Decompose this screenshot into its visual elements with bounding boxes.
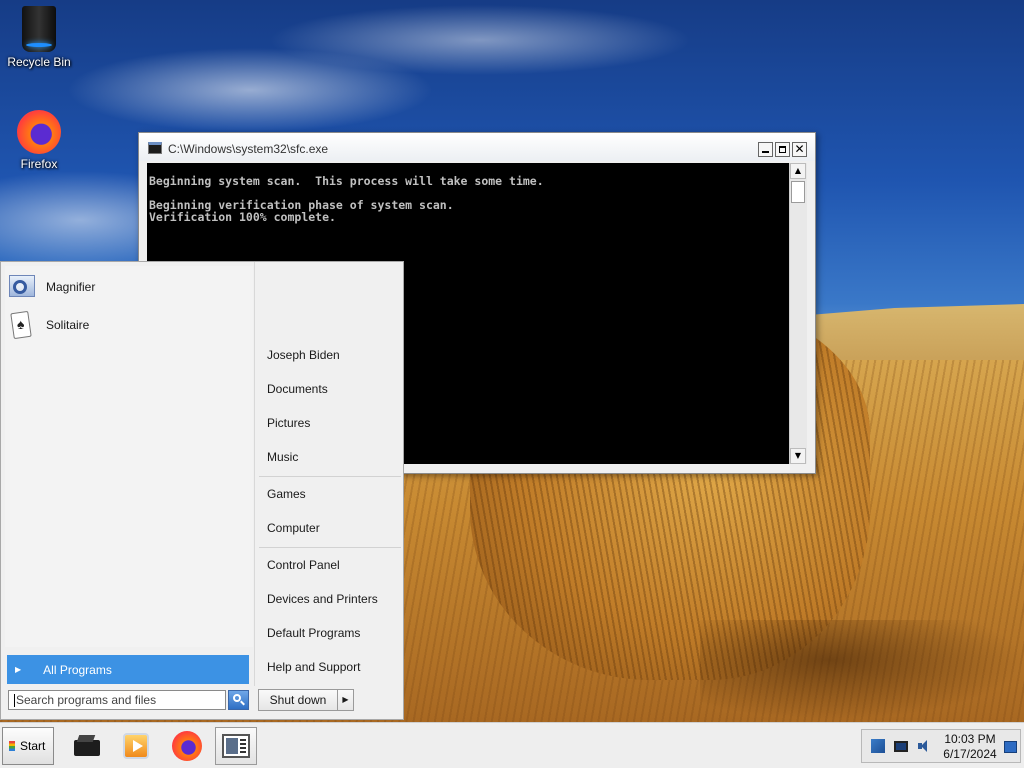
console-title: C:\Windows\system32\sfc.exe <box>168 142 329 156</box>
window-controls: ✕ <box>758 142 807 157</box>
display-icon[interactable] <box>894 741 908 752</box>
desktop-icon-recycle-bin[interactable]: Recycle Bin <box>1 6 77 69</box>
program-label: Magnifier <box>46 280 96 294</box>
scroll-down-arrow-icon[interactable]: ▼ <box>790 448 806 464</box>
media-player-icon <box>123 733 149 759</box>
wallpaper-shadow <box>700 620 1024 720</box>
all-programs-label: All Programs <box>43 662 112 677</box>
start-link-control-panel[interactable]: Control Panel <box>267 555 340 575</box>
console-line: Beginning system scan. This process will… <box>149 174 544 188</box>
search-icon[interactable] <box>228 690 249 710</box>
program-label: Solitaire <box>46 318 90 332</box>
start-link-documents[interactable]: Documents <box>267 379 328 399</box>
console-titlebar[interactable]: C:\Windows\system32\sfc.exe ✕ <box>139 133 815 161</box>
taskbar-command-prompt-button[interactable] <box>215 727 257 765</box>
volume-icon[interactable] <box>917 739 931 753</box>
start-menu-separator <box>259 547 401 548</box>
system-tray: 10:03 PM 6/17/2024 <box>861 729 1021 763</box>
clock-date: 6/17/2024 <box>943 747 997 761</box>
shutdown-button[interactable]: Shut down <box>258 689 338 711</box>
taskbar-firefox-button[interactable] <box>166 727 208 765</box>
start-search-input[interactable]: Search programs and files <box>8 690 226 710</box>
minimize-button[interactable] <box>758 142 773 157</box>
desktop-icon-label: Recycle Bin <box>7 55 71 69</box>
taskbar-printer-button[interactable] <box>66 727 108 765</box>
chevron-right-icon: ▶ <box>15 665 22 674</box>
all-programs-button[interactable]: ▶ All Programs <box>7 655 249 684</box>
start-link-computer[interactable]: Computer <box>267 518 320 538</box>
start-link-pictures[interactable]: Pictures <box>267 413 310 433</box>
close-button[interactable]: ✕ <box>792 142 807 157</box>
windows-logo-icon <box>9 741 15 751</box>
desktop-icon-firefox[interactable]: Firefox <box>1 110 77 171</box>
scroll-up-arrow-icon[interactable]: ▲ <box>790 163 806 179</box>
firefox-icon <box>17 110 61 154</box>
firefox-icon <box>172 731 202 761</box>
start-menu-separator <box>259 476 401 477</box>
start-link-default-programs[interactable]: Default Programs <box>267 623 360 643</box>
console-app-icon[interactable] <box>148 142 162 154</box>
taskbar: Start 10:03 PM 6/17/2024 <box>0 722 1024 768</box>
command-prompt-icon <box>222 734 250 758</box>
show-desktop-icon[interactable] <box>1004 741 1017 753</box>
clock-time: 10:03 PM <box>944 732 996 746</box>
shutdown-options-arrow-icon[interactable]: ▶ <box>337 689 354 711</box>
clock[interactable]: 10:03 PM 6/17/2024 <box>940 732 1000 762</box>
scrollbar-thumb[interactable] <box>791 181 805 203</box>
program-item-solitaire[interactable]: Solitaire <box>7 308 89 342</box>
magnifier-icon <box>7 272 37 302</box>
start-link-devices-printers[interactable]: Devices and Printers <box>267 589 378 609</box>
console-scrollbar[interactable]: ▲ ▼ <box>789 163 807 464</box>
start-menu: Magnifier Solitaire ▶ All Programs Searc… <box>0 261 404 720</box>
program-item-magnifier[interactable]: Magnifier <box>7 270 95 304</box>
printer-icon <box>72 734 102 758</box>
start-menu-divider <box>254 262 255 686</box>
console-line: Verification 100% complete. <box>149 210 336 224</box>
maximize-button[interactable] <box>775 142 790 157</box>
taskbar-media-player-button[interactable] <box>115 727 157 765</box>
start-link-games[interactable]: Games <box>267 484 306 504</box>
recycle-bin-icon <box>22 6 56 52</box>
start-label: Start <box>20 739 46 753</box>
search-placeholder: Search programs and files <box>16 693 157 707</box>
network-icon[interactable] <box>871 739 885 753</box>
start-link-help-support[interactable]: Help and Support <box>267 657 360 677</box>
start-button[interactable]: Start <box>2 727 54 765</box>
desktop-icon-label: Firefox <box>20 157 58 171</box>
start-link-music[interactable]: Music <box>267 447 298 467</box>
solitaire-icon <box>7 310 37 340</box>
start-link-user[interactable]: Joseph Biden <box>267 345 340 365</box>
